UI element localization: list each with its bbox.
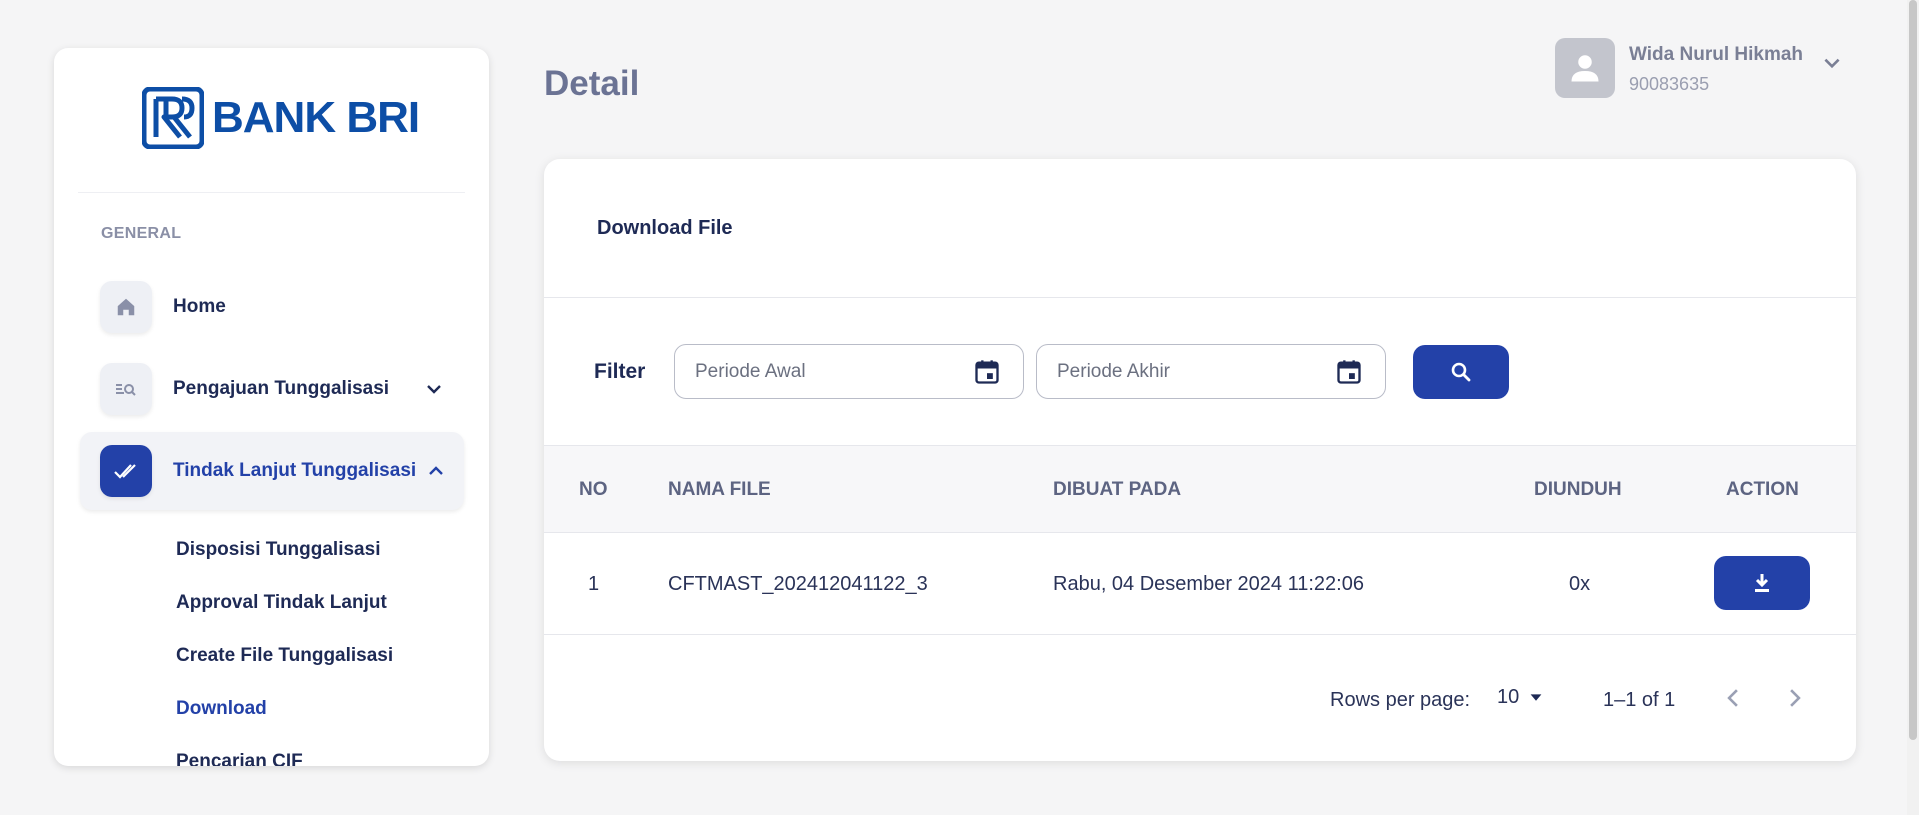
pagination-range: 1–1 of 1 — [1603, 689, 1676, 711]
rows-per-page-label: Rows per page: — [1330, 689, 1471, 711]
sub-item-disposisi[interactable]: Disposisi Tunggalisasi — [176, 539, 380, 561]
page-title: Detail — [544, 64, 640, 103]
column-header-downloaded[interactable]: DIUNDUH — [1534, 479, 1622, 501]
user-icon — [1571, 55, 1599, 82]
sub-item-approval[interactable]: Approval Tindak Lanjut — [176, 592, 387, 614]
end-date-input[interactable] — [1057, 360, 1297, 383]
sidebar-item-pengajuan[interactable]: Pengajuan Tunggalisasi — [80, 350, 464, 428]
double-check-icon — [100, 445, 152, 497]
cell-downloaded: 0x — [1569, 573, 1591, 595]
chevron-down-icon[interactable] — [424, 379, 444, 399]
bri-logo-mark-icon — [142, 87, 204, 149]
chevron-right-icon[interactable] — [1782, 685, 1808, 711]
section-label-general: GENERAL — [101, 225, 182, 242]
calendar-icon[interactable] — [1335, 358, 1363, 386]
column-header-action: ACTION — [1726, 479, 1799, 500]
user-id: 90083635 — [1629, 74, 1710, 94]
logo-text: BANK BRI — [212, 93, 420, 142]
avatar — [1555, 38, 1615, 98]
column-header-file[interactable]: NAMA FILE — [668, 479, 771, 501]
column-header-no[interactable]: NO — [579, 479, 608, 501]
card-divider — [544, 532, 1856, 533]
sidebar-item-home[interactable]: Home — [80, 268, 464, 346]
rows-per-page-value: 10 — [1497, 686, 1520, 708]
sidebar: BANK BRI GENERAL Home Pengajuan Tunggali… — [54, 48, 489, 766]
list-search-icon — [100, 363, 152, 415]
start-date-field[interactable] — [674, 344, 1024, 399]
user-name: Wida Nurul Hikmah — [1629, 44, 1804, 65]
sub-item-create-file[interactable]: Create File Tunggalisasi — [176, 645, 393, 667]
search-icon — [1451, 362, 1471, 382]
bank-logo[interactable]: BANK BRI — [142, 86, 420, 150]
start-date-input[interactable] — [695, 360, 935, 383]
rows-per-page-select[interactable]: 10 — [1497, 686, 1545, 709]
cell-created-at: Rabu, 04 Desember 2024 11:22:06 — [1053, 573, 1364, 595]
page-scrollbar[interactable] — [1907, 0, 1919, 815]
download-button[interactable] — [1714, 556, 1810, 610]
user-info: Wida Nurul Hikmah 90083635 — [1629, 38, 1803, 95]
column-header-created[interactable]: DIBUAT PADA — [1053, 479, 1181, 501]
sub-item-pencarian-cif[interactable]: Pencarian CIF — [176, 751, 303, 766]
cell-no: 1 — [588, 573, 600, 595]
chevron-up-icon[interactable] — [426, 461, 446, 481]
card-title: Download File — [597, 217, 733, 239]
caret-down-icon — [1530, 693, 1542, 701]
calendar-icon[interactable] — [973, 358, 1001, 386]
sidebar-divider — [78, 192, 465, 193]
sidebar-item-label: Pengajuan Tunggalisasi — [173, 378, 390, 399]
card-divider — [544, 297, 1856, 298]
chevron-down-icon[interactable] — [1821, 52, 1843, 74]
filter-label: Filter — [594, 360, 646, 383]
sub-item-download[interactable]: Download — [176, 698, 267, 720]
home-icon — [100, 281, 152, 333]
user-menu[interactable]: Wida Nurul Hikmah 90083635 — [1555, 38, 1843, 100]
download-file-card: Download File Filter NO NAMA FILE — [544, 159, 1856, 761]
search-button[interactable] — [1413, 345, 1509, 399]
scrollbar-thumb[interactable] — [1909, 0, 1917, 740]
download-icon — [1755, 574, 1769, 592]
cell-file-name: CFTMAST_202412041122_3 — [668, 573, 928, 595]
sidebar-item-label: Tindak Lanjut Tunggalisasi — [173, 460, 417, 481]
card-divider — [544, 634, 1856, 635]
sidebar-item-tindak-lanjut[interactable]: Tindak Lanjut Tunggalisasi — [80, 432, 464, 510]
sidebar-item-label: Home — [173, 296, 226, 317]
end-date-field[interactable] — [1036, 344, 1386, 399]
table-header: NO NAMA FILE DIBUAT PADA DIUNDUH ACTION — [544, 446, 1856, 533]
chevron-left-icon[interactable] — [1720, 685, 1746, 711]
